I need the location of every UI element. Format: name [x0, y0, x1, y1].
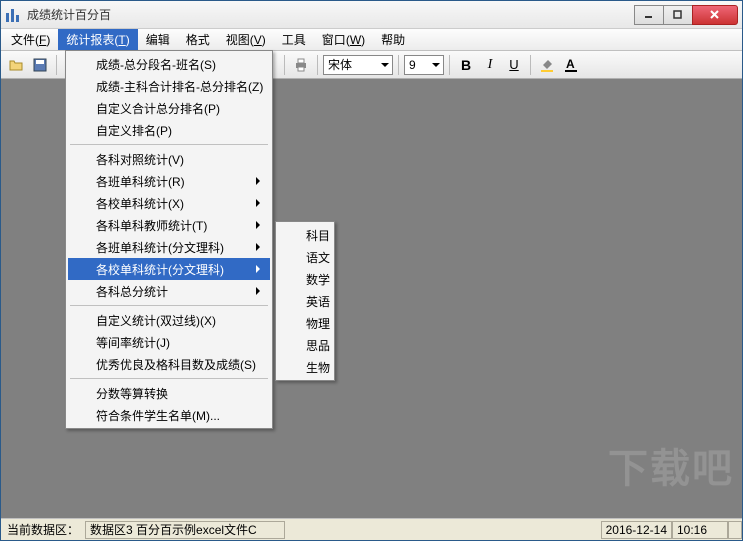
menu-tools[interactable]: 工具 — [274, 29, 314, 50]
font-name-select[interactable]: 宋体 — [323, 55, 393, 75]
dropdown-item[interactable]: 优秀优良及格科目数及成绩(S) — [68, 353, 270, 375]
bold-icon[interactable]: B — [455, 54, 477, 76]
font-color-icon[interactable]: A — [560, 54, 582, 76]
app-icon — [5, 7, 21, 23]
menu-view[interactable]: 视图(V) — [218, 29, 274, 50]
dropdown-item[interactable]: 各科总分统计 — [68, 280, 270, 302]
menu-separator — [70, 144, 268, 145]
maximize-button[interactable] — [663, 5, 693, 25]
status-time: 10:16 — [672, 521, 728, 539]
submenu-item[interactable]: 物理 — [278, 312, 332, 334]
fill-color-icon[interactable] — [536, 54, 558, 76]
separator — [449, 55, 450, 75]
submenu-item[interactable]: 思品 — [278, 334, 332, 356]
dropdown-item[interactable]: 各班单科统计(R) — [68, 170, 270, 192]
separator — [56, 55, 57, 75]
menu-edit[interactable]: 编辑 — [138, 29, 178, 50]
minimize-button[interactable] — [634, 5, 664, 25]
dropdown-item[interactable]: 各校单科统计(X) — [68, 192, 270, 214]
submenu-item[interactable]: 科目 — [278, 224, 332, 246]
print-icon[interactable] — [290, 54, 312, 76]
menu-file[interactable]: 文件(F) — [3, 29, 58, 50]
dropdown-item[interactable]: 各校单科统计(分文理科) — [68, 258, 270, 280]
window-title: 成绩统计百分百 — [27, 6, 635, 23]
dropdown-item[interactable]: 自定义统计(双过线)(X) — [68, 309, 270, 331]
dropdown-item[interactable]: 各班单科统计(分文理科) — [68, 236, 270, 258]
menubar: 文件(F) 统计报表(T) 编辑 格式 视图(V) 工具 窗口(W) 帮助 — [1, 29, 742, 51]
dropdown-item[interactable]: 符合条件学生名单(M)... — [68, 404, 270, 426]
menu-separator — [70, 378, 268, 379]
separator — [317, 55, 318, 75]
status-dataset: 数据区3 百分百示例excel文件C — [85, 521, 285, 539]
submenu-item[interactable]: 英语 — [278, 290, 332, 312]
font-size-select[interactable]: 9 — [404, 55, 444, 75]
menu-help[interactable]: 帮助 — [373, 29, 413, 50]
submenu-item[interactable]: 生物 — [278, 356, 332, 378]
separator — [398, 55, 399, 75]
close-button[interactable] — [692, 5, 738, 25]
dropdown-item[interactable]: 各科对照统计(V) — [68, 148, 270, 170]
dropdown-item[interactable]: 自定义合计总分排名(P) — [68, 97, 270, 119]
status-date: 2016-12-14 — [601, 521, 672, 539]
svg-text:A: A — [566, 57, 575, 71]
dropdown-item[interactable]: 成绩-总分段名-班名(S) — [68, 53, 270, 75]
menu-reports[interactable]: 统计报表(T) — [58, 29, 137, 50]
menu-window[interactable]: 窗口(W) — [314, 29, 373, 50]
dropdown-item[interactable]: 各科单科教师统计(T) — [68, 214, 270, 236]
submenu-item[interactable]: 数学 — [278, 268, 332, 290]
submenu-item[interactable]: 语文 — [278, 246, 332, 268]
titlebar[interactable]: 成绩统计百分百 — [1, 1, 742, 29]
dropdown-item[interactable]: 自定义排名(P) — [68, 119, 270, 141]
status-label: 当前数据区： — [1, 521, 85, 538]
menu-separator — [70, 305, 268, 306]
dropdown-item[interactable]: 成绩-主科合计排名-总分排名(Z) — [68, 75, 270, 97]
italic-icon[interactable]: I — [479, 54, 501, 76]
save-icon[interactable] — [29, 54, 51, 76]
open-icon[interactable] — [5, 54, 27, 76]
subject-submenu: 科目语文数学英语物理思品生物 — [275, 221, 335, 381]
window-buttons — [635, 5, 738, 25]
reports-dropdown: 成绩-总分段名-班名(S)成绩-主科合计排名-总分排名(Z)自定义合计总分排名(… — [65, 50, 273, 429]
separator — [284, 55, 285, 75]
statusbar: 当前数据区： 数据区3 百分百示例excel文件C 2016-12-14 10:… — [1, 518, 742, 540]
underline-icon[interactable]: U — [503, 54, 525, 76]
separator — [530, 55, 531, 75]
watermark: 下载吧 — [608, 436, 734, 494]
menu-format[interactable]: 格式 — [178, 29, 218, 50]
dropdown-item[interactable]: 分数等算转换 — [68, 382, 270, 404]
dropdown-item[interactable]: 等间率统计(J) — [68, 331, 270, 353]
status-grip[interactable] — [728, 521, 742, 539]
